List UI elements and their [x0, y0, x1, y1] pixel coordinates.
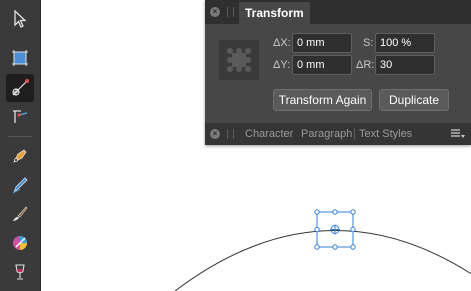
point-transform-tool-icon [13, 110, 28, 123]
panel-tab-bar: × Transform [205, 0, 471, 24]
move-tool-icon [14, 10, 27, 28]
vector-brush-tool-icon [13, 206, 28, 221]
anchor-grid-icon [227, 48, 251, 72]
circle-arc-shape[interactable] [174, 230, 471, 291]
drag-grip-icon[interactable] [227, 129, 234, 139]
toolbar-divider [8, 136, 32, 137]
tab-transform[interactable]: Transform [239, 2, 310, 24]
fill-tool[interactable] [6, 229, 34, 257]
pen-tool[interactable] [6, 142, 34, 170]
scale-field[interactable]: 100 % [375, 33, 435, 53]
rotation-center-icon[interactable] [330, 224, 340, 235]
node-tool-icon [12, 79, 29, 96]
tab-text-styles[interactable]: Text Styles [359, 123, 412, 145]
delta-r-label: ΔR: [356, 59, 375, 71]
close-panel-group-icon[interactable]: × [210, 129, 220, 139]
close-panel-icon[interactable]: × [210, 7, 220, 17]
pencil-tool-icon [12, 177, 28, 194]
selection-handle[interactable] [350, 209, 356, 215]
selection-bounding-box[interactable] [314, 209, 356, 250]
transform-again-button[interactable]: Transform Again [273, 89, 372, 111]
selection-handle[interactable] [332, 244, 338, 250]
node-tool[interactable] [6, 74, 34, 102]
scale-label: S: [363, 37, 374, 49]
panel-menu-icon[interactable] [451, 129, 465, 139]
rotation-field[interactable]: 30 [375, 55, 435, 75]
delta-y-field[interactable]: 0 mm [292, 55, 352, 75]
selection-handle[interactable] [350, 244, 356, 250]
artboard-tool-icon [12, 50, 28, 66]
selection-handle[interactable] [350, 226, 356, 233]
artboard-tool[interactable] [6, 44, 34, 72]
fill-tool-icon [13, 236, 27, 250]
move-tool[interactable] [6, 5, 34, 33]
delta-x-label: ΔX: [273, 37, 291, 49]
panel-bottom-tab-bar: × Character Paragraph Text Styles [205, 123, 471, 145]
selection-handle[interactable] [314, 209, 320, 215]
transform-origin-preview[interactable] [219, 40, 259, 80]
tab-paragraph[interactable]: Paragraph [301, 123, 352, 145]
pencil-tool[interactable] [6, 171, 34, 199]
selection-handle[interactable] [314, 244, 320, 250]
delta-x-field[interactable]: 0 mm [292, 33, 352, 53]
tab-character[interactable]: Character [245, 123, 293, 145]
transparency-tool-icon [15, 264, 25, 280]
tools-toolbar [0, 0, 41, 291]
pen-tool-icon [13, 149, 27, 163]
point-transform-tool[interactable] [6, 103, 34, 131]
selection-handle[interactable] [314, 226, 320, 233]
delta-y-label: ΔY: [273, 59, 291, 71]
transform-panel: × Transform ΔX: 0 mm S: 100 % ΔY: 0 mm Δ… [205, 0, 471, 145]
vector-brush-tool[interactable] [6, 200, 34, 228]
duplicate-button[interactable]: Duplicate [379, 89, 449, 111]
drag-grip-icon[interactable] [227, 7, 234, 17]
tab-divider [354, 128, 355, 140]
transparency-tool[interactable] [6, 258, 34, 286]
selection-handle[interactable] [332, 209, 338, 215]
